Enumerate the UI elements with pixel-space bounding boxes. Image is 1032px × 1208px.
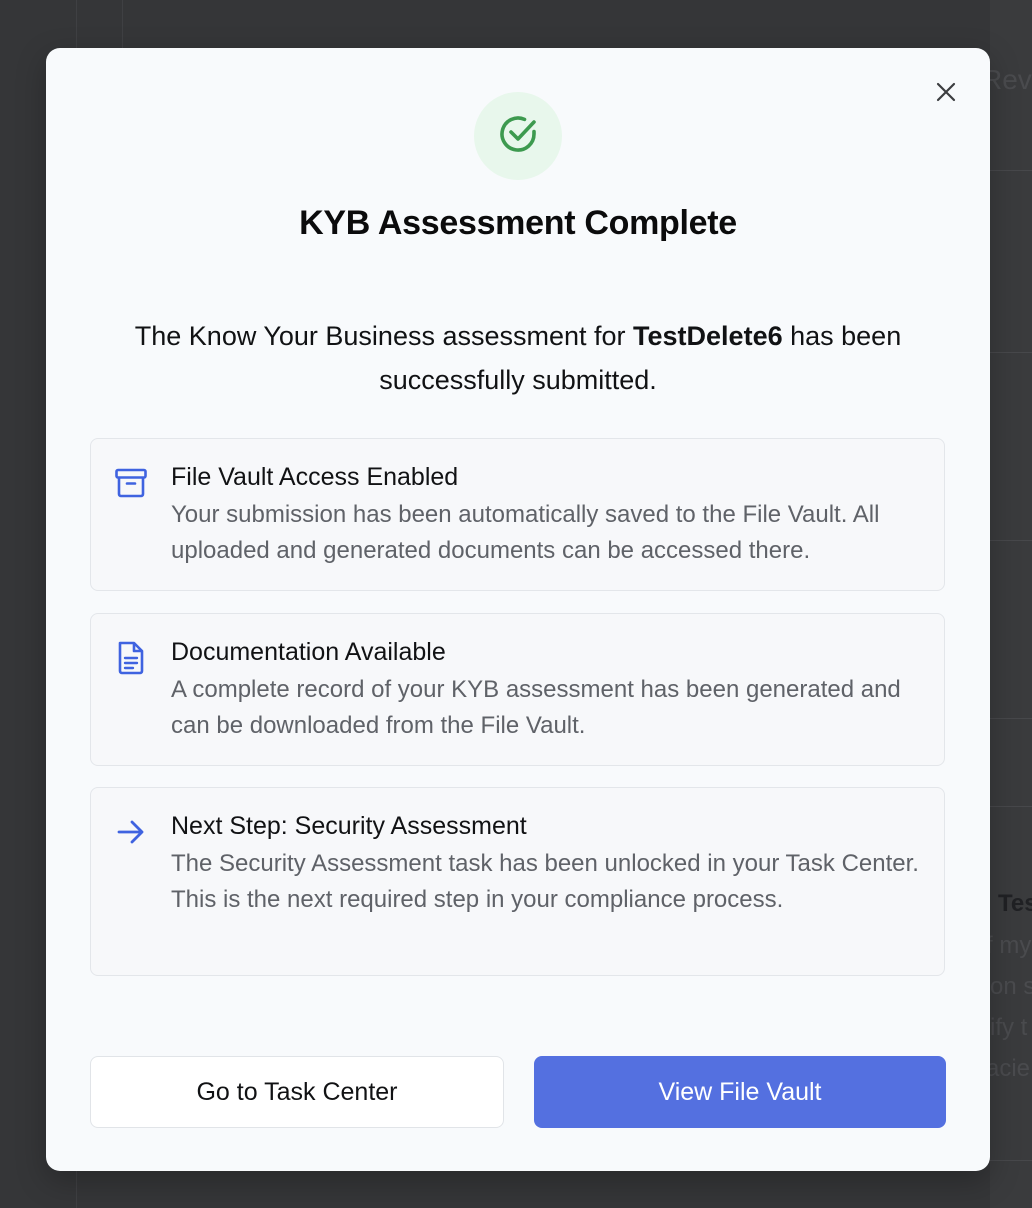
card-title: File Vault Access Enabled: [171, 463, 459, 491]
dialog-description: The Know Your Business assessment for Te…: [90, 314, 946, 402]
view-file-vault-button[interactable]: View File Vault: [534, 1056, 946, 1128]
bg-text: Tes: [998, 890, 1032, 917]
archive-box-icon: [113, 465, 149, 501]
card-body: Your submission has been automatically s…: [171, 501, 880, 564]
bg-divider: [990, 540, 1032, 541]
check-circle-icon: [496, 112, 540, 161]
company-name: TestDelete6: [633, 321, 783, 351]
info-card-documentation: Documentation Available A complete recor…: [90, 613, 945, 766]
document-icon: [113, 640, 149, 676]
bg-text: f my: [986, 932, 1032, 959]
card-title: Documentation Available: [171, 638, 446, 666]
bg-text: acie: [986, 1055, 1031, 1082]
description-text: The Know Your Business assessment for: [134, 321, 634, 351]
bg-divider: [990, 718, 1032, 719]
arrow-right-icon: [113, 814, 149, 850]
info-card-file-vault: File Vault Access Enabled Your submissio…: [90, 438, 945, 591]
dialog-title: KYB Assessment Complete: [299, 204, 737, 242]
bg-divider: [990, 352, 1032, 353]
kyb-complete-dialog: KYB Assessment Complete The Know Your Bu…: [46, 48, 990, 1171]
success-badge: [474, 92, 562, 180]
bg-text: ify t: [990, 1014, 1028, 1041]
card-body: A complete record of your KYB assessment…: [171, 676, 901, 739]
bg-divider: [990, 1160, 1032, 1161]
card-body: The Security Assessment task has been un…: [171, 850, 919, 913]
bg-text: on s: [990, 973, 1032, 1000]
info-card-next-step: Next Step: Security Assessment The Secur…: [90, 787, 945, 976]
bg-divider: [990, 806, 1032, 807]
bg-divider: [990, 170, 1032, 171]
card-title: Next Step: Security Assessment: [171, 812, 527, 840]
close-icon[interactable]: [934, 80, 958, 104]
go-to-task-center-button[interactable]: Go to Task Center: [90, 1056, 504, 1128]
